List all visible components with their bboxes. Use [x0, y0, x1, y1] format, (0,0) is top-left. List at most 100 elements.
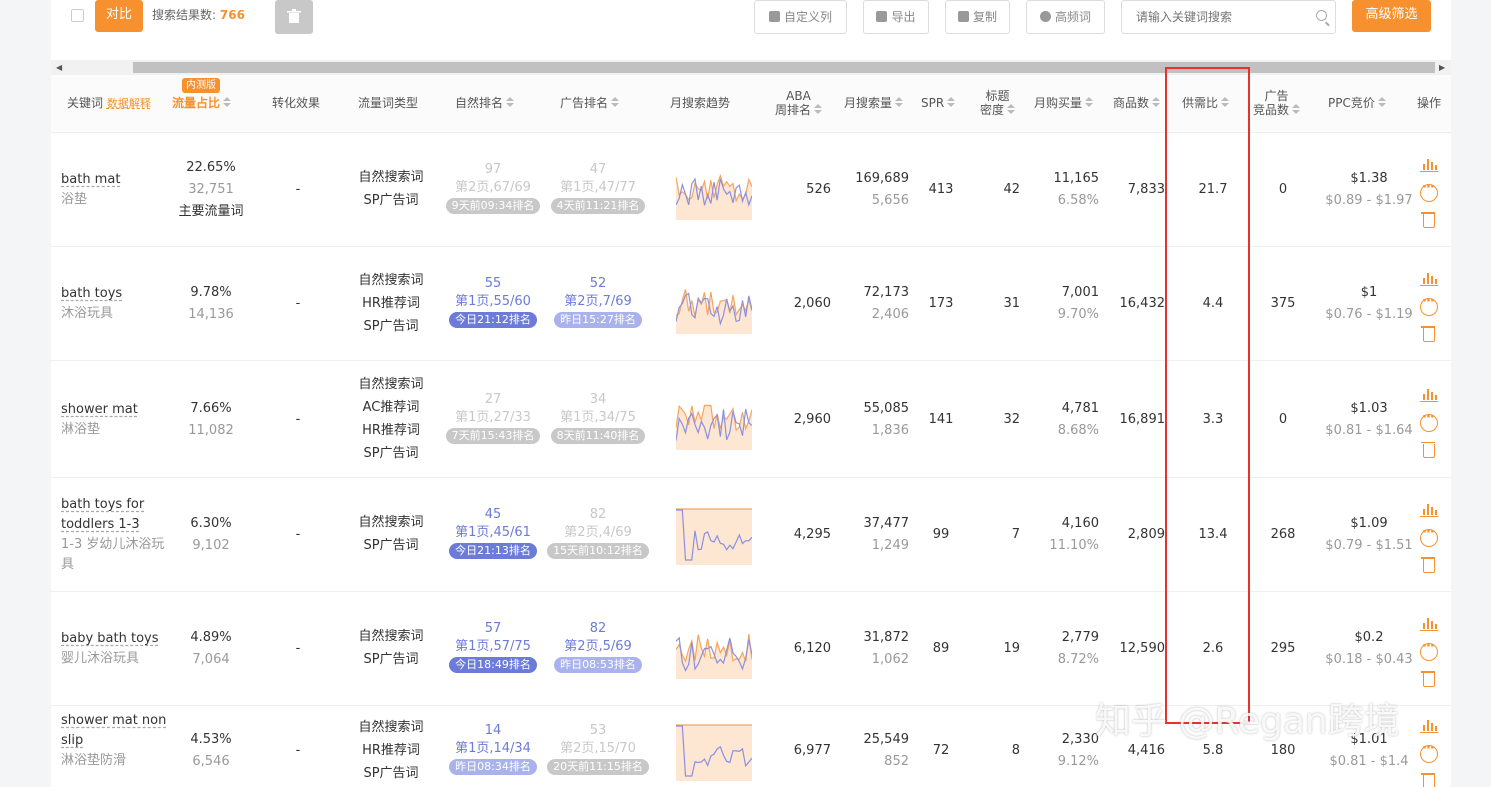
col-ad-products-line2: 竞品数 [1253, 103, 1290, 117]
ad-rank-number: 47 [589, 162, 607, 177]
monthly-trend-sparkline[interactable] [676, 274, 752, 334]
more-icon[interactable] [1420, 410, 1438, 432]
sort-icon[interactable] [506, 97, 515, 109]
monthly-purchase-value: 7,001 [1061, 285, 1099, 300]
ad-rank-time-badge: 15天前10:12排名 [547, 543, 649, 559]
monthly-trend-sparkline[interactable] [676, 721, 752, 781]
advanced-filter-button[interactable]: 高级筛选 [1352, 0, 1431, 32]
bar-chart-icon[interactable] [1420, 154, 1438, 172]
more-icon[interactable] [1420, 180, 1438, 202]
sort-icon[interactable] [1152, 97, 1161, 109]
delete-icon[interactable] [1421, 557, 1435, 573]
delete-button[interactable] [275, 0, 313, 34]
col-title-density-line2: 密度 [980, 103, 1005, 117]
bar-chart-icon[interactable] [1420, 715, 1438, 733]
ad-products-value: 0 [1278, 182, 1288, 197]
monthly-trend-sparkline[interactable] [676, 619, 752, 679]
col-organic-rank-label: 自然排名 [455, 96, 504, 110]
scroll-left-arrow-icon[interactable]: ◀ [56, 63, 62, 72]
col-ad-products[interactable]: 广告 竞品数 [1253, 89, 1301, 117]
col-spr[interactable]: SPR [921, 96, 956, 110]
col-aba-rank[interactable]: ABA 周排名 [775, 89, 823, 117]
sort-icon[interactable] [814, 104, 823, 116]
delete-icon[interactable] [1421, 212, 1435, 228]
organic-rank-page: 第1页,45/61 [455, 525, 531, 540]
data-explain-link[interactable]: 数据解释 [107, 97, 151, 110]
bar-chart-icon[interactable] [1420, 613, 1438, 631]
more-icon[interactable] [1420, 525, 1438, 547]
compare-button[interactable]: 对比 [95, 0, 143, 32]
traffic-share-note: 主要流量词 [178, 204, 244, 219]
sort-icon[interactable] [895, 97, 904, 109]
col-ppc-bid-label: PPC竞价 [1328, 96, 1375, 110]
organic-rank-page: 第1页,57/75 [455, 639, 531, 654]
high-frequency-button[interactable]: 高频词 [1026, 0, 1105, 34]
sort-icon[interactable] [947, 97, 956, 109]
bar-chart-icon[interactable] [1420, 499, 1438, 517]
custom-columns-button[interactable]: 自定义列 [754, 0, 847, 34]
monthly-trend-sparkline[interactable] [676, 505, 752, 565]
delete-icon[interactable] [1421, 441, 1435, 458]
sort-icon[interactable] [1085, 97, 1094, 109]
col-traffic-share[interactable]: 流量占比 [172, 96, 232, 110]
organic-rank-number: 55 [484, 276, 502, 291]
keyword-en[interactable]: shower mat non slip [61, 711, 171, 751]
organic-rank-number: 27 [484, 391, 502, 407]
row-actions [1420, 154, 1442, 240]
ad-products-value: 375 [1270, 296, 1296, 311]
monthly-search-sub: 1,062 [871, 652, 909, 667]
organic-rank-time-badge: 7天前15:43排名 [445, 427, 541, 444]
keyword-cell: shower mat 淋浴垫 [61, 400, 171, 440]
sort-icon[interactable] [1377, 97, 1386, 109]
sort-icon[interactable] [611, 97, 620, 109]
keyword-en[interactable]: bath toys [61, 284, 171, 304]
delete-icon[interactable] [1421, 326, 1435, 342]
ad-rank-number: 82 [589, 621, 607, 636]
keyword-en[interactable]: bath toys for toddlers 1-3 [61, 495, 171, 535]
bar-chart-icon[interactable] [1420, 268, 1438, 286]
sort-icon[interactable] [1292, 104, 1301, 116]
col-ad-rank[interactable]: 广告排名 [560, 96, 620, 110]
col-product-count[interactable]: 商品数 [1113, 96, 1161, 110]
keyword-search-input[interactable] [1136, 2, 1316, 32]
ppc-range-value: $0.18 - $0.43 [1325, 652, 1413, 667]
delete-icon[interactable] [1421, 671, 1435, 687]
keyword-en[interactable]: bath mat [61, 170, 171, 190]
traffic-share-num: 14,136 [188, 307, 234, 322]
more-icon[interactable] [1420, 294, 1438, 316]
aba-rank-value: 2,060 [793, 296, 831, 311]
result-count-label: 搜索结果数: 766 [152, 6, 245, 23]
scroll-right-arrow-icon[interactable]: ▶ [1439, 63, 1445, 72]
col-ppc-bid[interactable]: PPC竞价 [1328, 96, 1386, 110]
bar-chart-icon[interactable] [1420, 384, 1438, 402]
traffic-type-tag: HR推荐词 [362, 742, 420, 758]
col-title-density[interactable]: 标题 密度 [980, 89, 1016, 117]
title-density-value: 19 [1003, 641, 1020, 656]
monthly-purchase-pct: 6.58% [1057, 193, 1099, 208]
monthly-trend-sparkline[interactable] [676, 160, 752, 220]
traffic-type-tag: 自然搜索词 [358, 272, 424, 288]
more-icon[interactable] [1420, 639, 1438, 661]
sort-icon[interactable] [1007, 104, 1016, 116]
monthly-search-sub: 2,406 [871, 307, 909, 322]
spr-value: 413 [928, 182, 954, 197]
col-monthly-search[interactable]: 月搜索量 [844, 96, 904, 110]
col-organic-rank[interactable]: 自然排名 [455, 96, 515, 110]
monthly-purchase-value: 4,160 [1061, 516, 1099, 531]
search-icon[interactable] [1316, 10, 1327, 21]
keyword-en[interactable]: shower mat [61, 400, 171, 420]
traffic-share-num: 9,102 [192, 538, 230, 553]
keyword-en[interactable]: baby bath toys [61, 629, 171, 649]
monthly-trend-sparkline[interactable] [676, 390, 752, 450]
monthly-search-sub: 5,656 [871, 193, 909, 208]
export-button[interactable]: 导出 [863, 0, 929, 34]
monthly-purchase-pct: 9.12% [1057, 754, 1099, 769]
sort-icon[interactable] [223, 97, 232, 109]
select-all-checkbox[interactable] [71, 9, 84, 22]
delete-icon[interactable] [1421, 773, 1435, 787]
ad-products-value: 295 [1270, 641, 1296, 656]
copy-button[interactable]: 复制 [945, 0, 1010, 34]
col-monthly-purchase[interactable]: 月购买量 [1034, 96, 1094, 110]
col-actions: 操作 [1417, 96, 1442, 110]
more-icon[interactable] [1420, 741, 1438, 763]
